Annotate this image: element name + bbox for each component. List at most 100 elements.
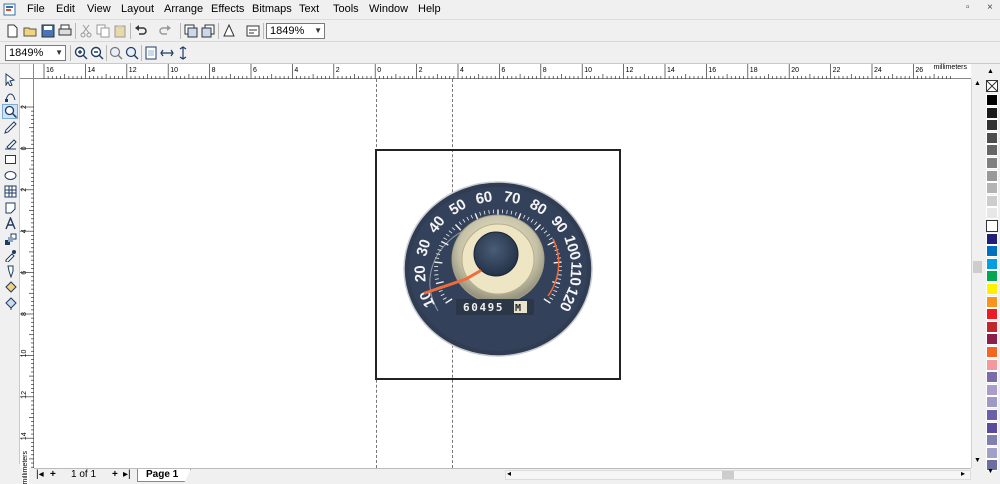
zoom-out-icon[interactable]: [89, 45, 105, 61]
redo-icon[interactable]: [157, 23, 173, 39]
zoom-to-all-icon[interactable]: [124, 45, 140, 61]
zoom-page-height-icon[interactable]: [175, 45, 191, 61]
zoom-in-icon[interactable]: [73, 45, 89, 61]
new-document-icon[interactable]: [4, 23, 20, 39]
undo-icon[interactable]: [133, 23, 149, 39]
menu-text[interactable]: Text: [299, 3, 319, 15]
palette-swatch[interactable]: [986, 245, 998, 257]
palette-swatch[interactable]: [986, 359, 998, 371]
zoom-tool-icon[interactable]: [2, 104, 18, 119]
menu-window[interactable]: Window: [369, 3, 408, 15]
palette-swatch[interactable]: [986, 119, 998, 131]
no-color-swatch[interactable]: [986, 80, 998, 92]
palette-swatch[interactable]: [986, 270, 998, 282]
palette-swatch[interactable]: [986, 396, 998, 408]
shape-tool-icon[interactable]: [2, 88, 18, 103]
welcome-screen-icon[interactable]: [245, 23, 261, 39]
export-icon[interactable]: [200, 23, 216, 39]
menu-layout[interactable]: Layout: [121, 3, 154, 15]
graph-paper-tool-icon[interactable]: [2, 184, 18, 199]
palette-swatch[interactable]: [986, 195, 998, 207]
print-icon[interactable]: [57, 23, 73, 39]
zoom-to-selected-icon[interactable]: [108, 45, 124, 61]
palette-swatch[interactable]: [986, 296, 998, 308]
scroll-left-icon[interactable]: ◂: [507, 469, 511, 478]
zoom-page-width-icon[interactable]: [159, 45, 175, 61]
cut-icon[interactable]: [78, 23, 94, 39]
palette-scroll-up-icon[interactable]: ▲: [987, 68, 994, 75]
interactive-fill-tool-icon[interactable]: [2, 296, 18, 311]
palette-swatch[interactable]: [986, 220, 998, 232]
palette-swatch[interactable]: [986, 258, 998, 270]
palette-swatch[interactable]: [986, 182, 998, 194]
paste-icon[interactable]: [112, 23, 128, 39]
pick-tool-icon[interactable]: [2, 72, 18, 87]
palette-swatch[interactable]: [986, 233, 998, 245]
zoom-level-select-2[interactable]: 1849%▼: [5, 45, 66, 61]
palette-swatch[interactable]: [986, 333, 998, 345]
add-page-after-icon[interactable]: +: [112, 469, 118, 480]
palette-swatch[interactable]: [986, 107, 998, 119]
scroll-up-icon[interactable]: ▲: [974, 80, 981, 87]
vertical-scrollbar[interactable]: ▲ ▼: [971, 79, 983, 468]
last-page-icon[interactable]: ▸|: [123, 469, 131, 480]
palette-swatch[interactable]: [986, 170, 998, 182]
application-launcher-icon[interactable]: [221, 23, 237, 39]
menu-edit[interactable]: Edit: [56, 3, 75, 15]
drawing-canvas[interactable]: 102030405060708090100110120 60495 M: [34, 79, 971, 468]
palette-swatch[interactable]: [986, 157, 998, 169]
interactive-blend-tool-icon[interactable]: [2, 232, 18, 247]
menu-tools[interactable]: Tools: [333, 3, 359, 15]
menu-help[interactable]: Help: [418, 3, 441, 15]
palette-scroll-down-icon[interactable]: ▼: [987, 468, 994, 475]
basic-shapes-tool-icon[interactable]: [2, 200, 18, 215]
scroll-right-icon[interactable]: ▸: [961, 469, 965, 478]
app-icon[interactable]: [3, 3, 16, 16]
scroll-down-icon[interactable]: ▼: [974, 457, 981, 464]
ellipse-tool-icon[interactable]: [2, 168, 18, 183]
close-icon[interactable]: ×: [987, 2, 993, 13]
palette-swatch[interactable]: [986, 308, 998, 320]
zoom-level-select[interactable]: 1849%▼: [266, 23, 325, 39]
palette-swatch[interactable]: [986, 434, 998, 446]
horizontal-scrollbar[interactable]: ◂ ▸: [505, 470, 971, 480]
palette-swatch[interactable]: [986, 321, 998, 333]
palette-swatch[interactable]: [986, 283, 998, 295]
open-icon[interactable]: [22, 23, 38, 39]
menu-arrange[interactable]: Arrange: [164, 3, 203, 15]
vertical-ruler[interactable]: 202468101214 millimeters: [20, 79, 34, 468]
eyedropper-tool-icon[interactable]: [2, 248, 18, 263]
import-icon[interactable]: [183, 23, 199, 39]
palette-swatch[interactable]: [986, 371, 998, 383]
palette-swatch[interactable]: [986, 409, 998, 421]
fill-tool-icon[interactable]: [2, 280, 18, 295]
palette-swatch[interactable]: [986, 384, 998, 396]
palette-swatch[interactable]: [986, 132, 998, 144]
outline-tool-icon[interactable]: [2, 264, 18, 279]
minimize-icon[interactable]: ▫: [966, 2, 970, 13]
first-page-icon[interactable]: |◂: [36, 469, 44, 480]
freehand-tool-icon[interactable]: [2, 120, 18, 135]
palette-swatch[interactable]: [986, 422, 998, 434]
horizontal-ruler[interactable]: 16141210864202468101214161820222426 mill…: [34, 64, 971, 79]
menu-file[interactable]: File: [27, 3, 45, 15]
copy-icon[interactable]: [95, 23, 111, 39]
zoom-to-page-icon[interactable]: [143, 45, 159, 61]
save-icon[interactable]: [40, 23, 56, 39]
palette-swatch[interactable]: [986, 447, 998, 459]
ruler-corner[interactable]: [20, 64, 34, 79]
smart-fill-tool-icon[interactable]: [2, 136, 18, 151]
text-tool-icon[interactable]: [2, 216, 18, 231]
speedometer-image[interactable]: 102030405060708090100110120 60495 M: [403, 181, 593, 357]
menu-bitmaps[interactable]: Bitmaps: [252, 3, 292, 15]
palette-swatch[interactable]: [986, 346, 998, 358]
menu-view[interactable]: View: [87, 3, 111, 15]
horizontal-scroll-thumb[interactable]: [722, 471, 734, 479]
add-page-before-icon[interactable]: +: [50, 469, 56, 480]
palette-swatch[interactable]: [986, 207, 998, 219]
palette-swatch[interactable]: [986, 144, 998, 156]
palette-swatch[interactable]: [986, 94, 998, 106]
vertical-scroll-thumb[interactable]: [973, 261, 982, 273]
menu-effects[interactable]: Effects: [211, 3, 244, 15]
rectangle-tool-icon[interactable]: [2, 152, 18, 167]
